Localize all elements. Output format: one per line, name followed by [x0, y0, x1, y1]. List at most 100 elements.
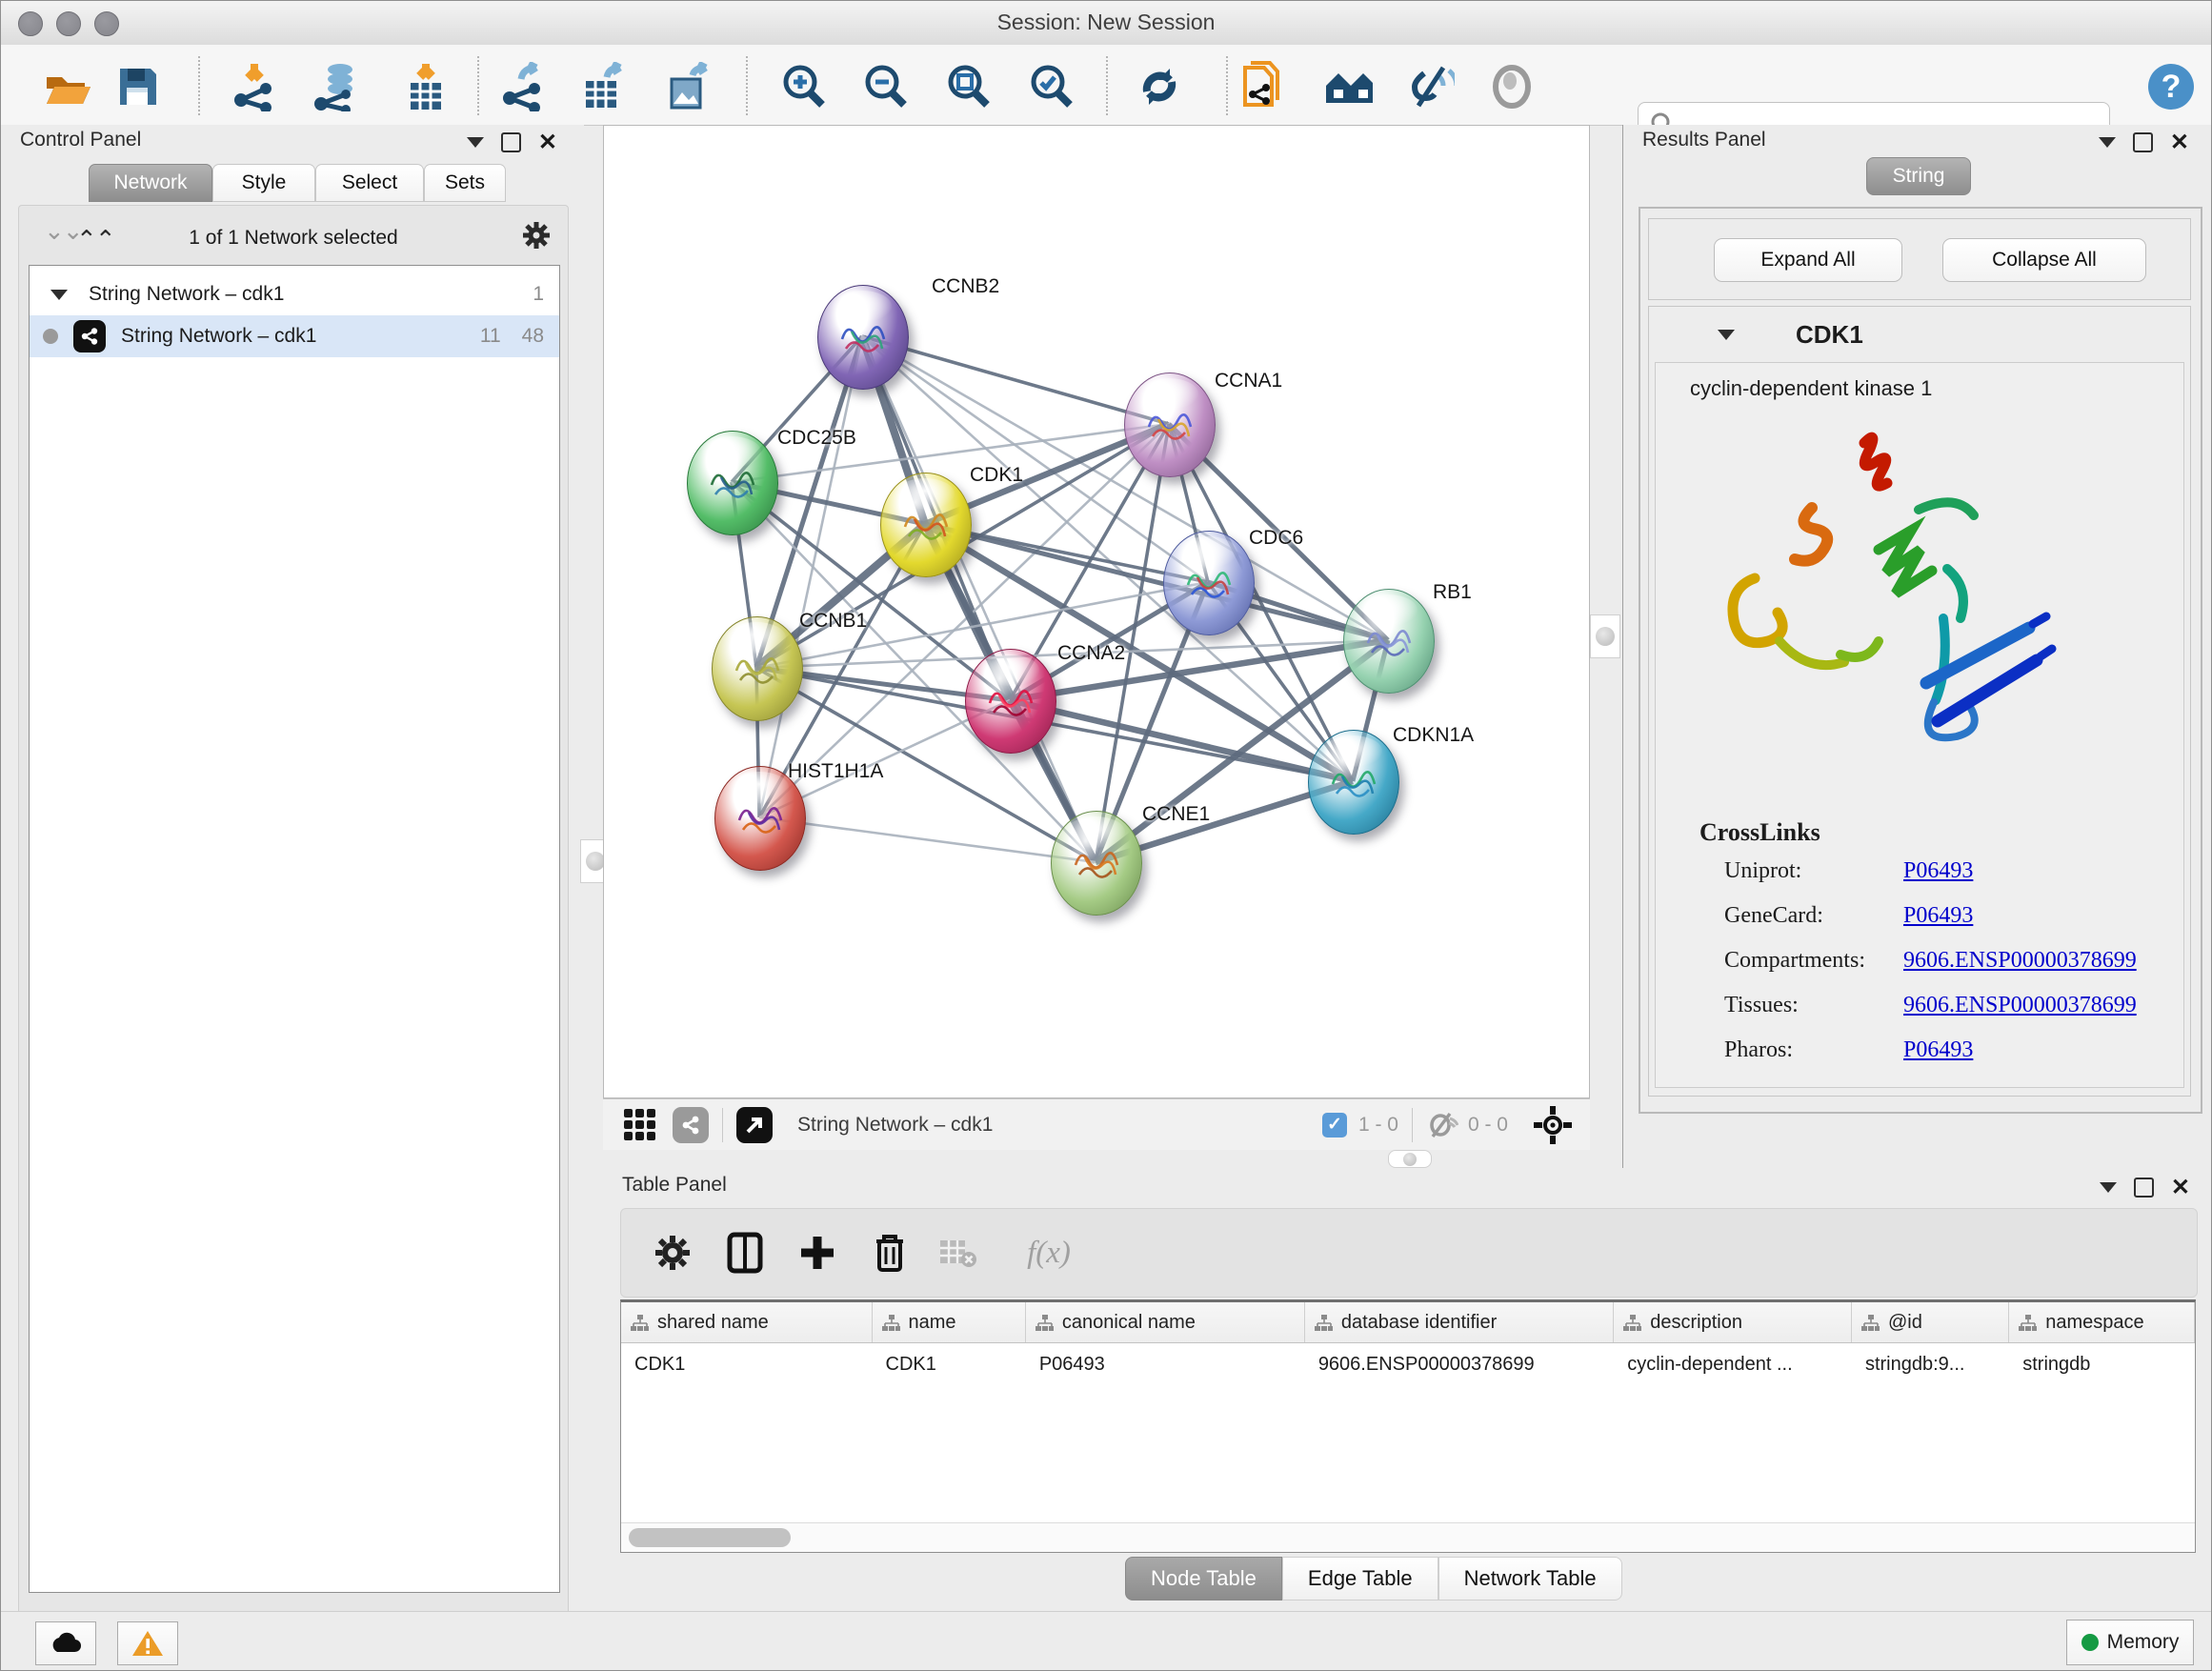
crosslinks-title: CrossLinks — [1699, 818, 1820, 847]
network-row-selected[interactable]: String Network – cdk1 11 48 — [30, 315, 559, 357]
import-table-from-file-button[interactable] — [401, 62, 451, 111]
expand-all-button[interactable]: Expand All — [1714, 238, 1902, 282]
string-home-button[interactable] — [1323, 62, 1373, 111]
network-options-gear-icon[interactable] — [522, 221, 551, 250]
network-node-cdkn1a[interactable] — [1308, 730, 1399, 835]
export-table-button[interactable] — [580, 62, 630, 111]
network-node-ccna1[interactable] — [1124, 372, 1216, 477]
table-panel-close-icon[interactable]: ✕ — [2171, 1179, 2190, 1196]
tab-sets[interactable]: Sets — [424, 164, 506, 202]
zoom-fit-button[interactable] — [943, 62, 993, 111]
fit-selected-crosshair-icon[interactable] — [1533, 1105, 1573, 1145]
refresh-view-button[interactable] — [1135, 62, 1184, 111]
table-horizontal-scrollbar[interactable] — [621, 1522, 2195, 1552]
network-collection-row[interactable]: String Network – cdk1 1 — [30, 273, 559, 315]
column-header-namespace[interactable]: namespace — [2009, 1302, 2195, 1342]
horizontal-splitter-handle[interactable] — [1388, 1150, 1432, 1168]
tab-style[interactable]: Style — [212, 164, 315, 202]
results-panel-float-icon[interactable] — [2133, 132, 2153, 152]
crosslink-link[interactable]: P06493 — [1903, 858, 1973, 884]
hide-unhide-button[interactable] — [1405, 62, 1455, 111]
export-network-button[interactable] — [498, 62, 548, 111]
zoom-out-button[interactable] — [860, 62, 910, 111]
tab-select[interactable]: Select — [315, 164, 424, 202]
network-node-cdc6[interactable] — [1163, 531, 1255, 635]
scrollbar-thumb[interactable] — [629, 1528, 791, 1547]
collapse-all-button[interactable]: Collapse All — [1942, 238, 2146, 282]
table-cell[interactable]: cyclin-dependent ... — [1614, 1343, 1852, 1385]
import-network-from-file-button[interactable] — [230, 62, 279, 111]
tab-node-table[interactable]: Node Table — [1125, 1557, 1282, 1601]
export-image-button[interactable] — [664, 62, 714, 111]
table-cell[interactable]: CDK1 — [621, 1343, 873, 1385]
network-node-ccne1[interactable] — [1051, 811, 1142, 916]
column-header-canonical-name[interactable]: canonical name — [1026, 1302, 1305, 1342]
tab-string-results[interactable]: String — [1866, 157, 1971, 195]
table-cell[interactable]: 9606.ENSP00000378699 — [1305, 1343, 1614, 1385]
share-document-button[interactable] — [1237, 62, 1287, 111]
column-header-database-identifier[interactable]: database identifier — [1305, 1302, 1614, 1342]
table-panel-menu-icon[interactable] — [2100, 1182, 2117, 1193]
zoom-in-button[interactable] — [778, 62, 828, 111]
save-session-button[interactable] — [113, 62, 163, 111]
help-button[interactable]: ? — [2146, 62, 2196, 111]
crosslink-link[interactable]: 9606.ENSP00000378699 — [1903, 993, 2137, 1018]
open-in-window-icon[interactable] — [736, 1107, 773, 1143]
crosslink-link[interactable]: P06493 — [1903, 903, 1973, 929]
open-folder-icon — [44, 66, 91, 108]
string-share-toggle-icon[interactable] — [673, 1107, 709, 1143]
cloud-status-button[interactable] — [35, 1621, 96, 1665]
tab-edge-table[interactable]: Edge Table — [1282, 1557, 1438, 1601]
network-node-ccnb1[interactable] — [712, 616, 803, 721]
network-node-cdc25b[interactable] — [687, 431, 778, 535]
results-panel-menu-icon[interactable] — [2099, 137, 2116, 148]
column-header-description[interactable]: description — [1614, 1302, 1852, 1342]
memory-button[interactable]: Memory — [2066, 1620, 2194, 1665]
control-panel-menu-icon[interactable] — [467, 137, 484, 148]
tab-network[interactable]: Network — [89, 164, 212, 202]
table-cell[interactable]: stringdb — [2009, 1343, 2195, 1385]
birdseye-grid-icon[interactable] — [624, 1109, 655, 1140]
gene-collapse-icon[interactable] — [1718, 330, 1735, 340]
table-cell[interactable]: stringdb:9... — [1852, 1343, 2009, 1385]
crosslink-link[interactable]: 9606.ENSP00000378699 — [1903, 948, 2137, 974]
control-panel-float-icon[interactable] — [501, 132, 521, 152]
show-columns-icon[interactable] — [720, 1228, 770, 1278]
network-node-ccna2[interactable] — [965, 649, 1056, 754]
open-session-button[interactable] — [43, 62, 92, 111]
table-cell[interactable]: CDK1 — [873, 1343, 1026, 1385]
network-node-rb1[interactable] — [1343, 589, 1435, 694]
zoom-selected-button[interactable] — [1026, 62, 1076, 111]
table-cell[interactable]: P06493 — [1026, 1343, 1305, 1385]
import-network-from-database-button[interactable] — [312, 62, 361, 111]
column-type-icon — [882, 1315, 900, 1331]
control-panel-title: Control Panel — [20, 129, 141, 151]
presentation-eye-button[interactable] — [1487, 62, 1537, 111]
network-node-ccnb2[interactable] — [817, 285, 909, 390]
control-panel-close-icon[interactable]: ✕ — [538, 134, 557, 151]
results-panel-close-icon[interactable]: ✕ — [2170, 134, 2189, 151]
gene-section-header[interactable]: CDK1 — [1649, 307, 2190, 362]
network-node-cdk1[interactable] — [880, 473, 972, 577]
delete-column-trash-icon[interactable] — [865, 1228, 915, 1278]
table-panel-float-icon[interactable] — [2134, 1178, 2154, 1198]
crosslink-link[interactable]: P06493 — [1903, 1037, 1973, 1063]
tab-network-table[interactable]: Network Table — [1438, 1557, 1622, 1601]
collection-expander-icon[interactable] — [50, 290, 68, 300]
title-bar: Session: New Session — [1, 1, 2211, 46]
main-toolbar: ? — [1, 45, 2211, 126]
warnings-button[interactable] — [117, 1621, 178, 1665]
function-builder-icon[interactable]: f(x) — [1006, 1228, 1092, 1278]
table-row[interactable]: CDK1CDK1P064939606.ENSP00000378699cyclin… — [621, 1343, 2195, 1385]
column-header-name[interactable]: name — [873, 1302, 1026, 1342]
create-column-plus-icon[interactable] — [793, 1228, 842, 1278]
table-settings-gear-icon[interactable] — [648, 1228, 697, 1278]
delete-table-icon[interactable] — [934, 1228, 983, 1278]
column-header--id[interactable]: @id — [1852, 1302, 2009, 1342]
network-view-canvas[interactable]: CCNB2CCNA1CDC25BCDK1CDC6RB1CCNB1CCNA2CDK… — [603, 125, 1590, 1098]
node-label-rb1: RB1 — [1433, 581, 1472, 604]
node-label-cdc6: CDC6 — [1249, 527, 1303, 550]
selected-checkbox-icon[interactable]: ✓ — [1322, 1113, 1347, 1137]
column-header-shared-name[interactable]: shared name — [621, 1302, 873, 1342]
right-splitter-handle[interactable] — [1590, 614, 1620, 658]
